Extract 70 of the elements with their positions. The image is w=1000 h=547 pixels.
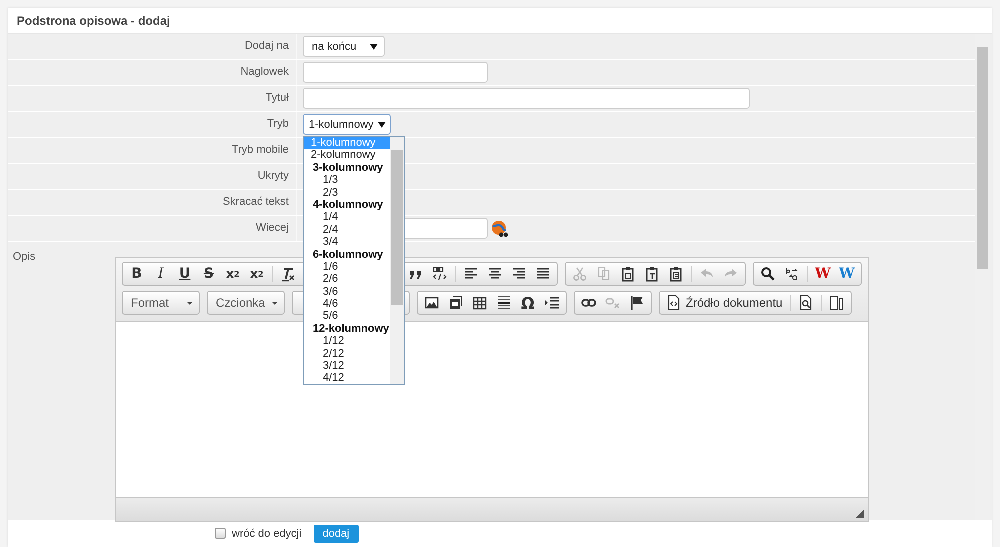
align-right-icon[interactable] xyxy=(511,266,527,282)
align-center-icon[interactable] xyxy=(487,266,503,282)
select-field[interactable]: na końcu xyxy=(303,36,385,57)
align-left-icon[interactable] xyxy=(463,266,479,282)
text-input[interactable] xyxy=(303,88,750,109)
clear-formatting-icon[interactable] xyxy=(280,266,296,282)
div-container-icon[interactable] xyxy=(432,266,448,282)
dropdown-option[interactable]: 3/6 xyxy=(304,286,390,298)
dropdown-option[interactable]: 2/6 xyxy=(304,273,390,286)
page-break-icon[interactable] xyxy=(544,295,560,311)
dropdown-option[interactable]: 1/12 xyxy=(304,335,390,348)
dropdown-option[interactable]: 2-kolumnowy xyxy=(304,149,390,162)
dropdown-option[interactable]: 4/12 xyxy=(304,372,390,384)
dropdown-option[interactable]: 2/12 xyxy=(304,348,390,360)
field-label: Tryb mobile xyxy=(8,138,297,163)
field-label: Skracać tekst xyxy=(8,190,297,215)
templates-icon[interactable] xyxy=(828,295,845,311)
dropdown-option[interactable]: 2/3 xyxy=(304,186,390,199)
checkbox[interactable] xyxy=(215,528,226,539)
field-label: Tytuł xyxy=(8,86,297,111)
dropdown-button[interactable]: Format xyxy=(122,291,200,315)
clipboard-text-icon[interactable] xyxy=(644,266,660,282)
select-field[interactable]: 1-kolumnowy xyxy=(303,114,391,135)
clipboard-document-icon[interactable] xyxy=(668,266,684,282)
dropdown-option[interactable]: 1/6 xyxy=(304,260,390,274)
image-icon[interactable] xyxy=(424,295,440,311)
option-group-label: 4-kolumnowy xyxy=(312,198,384,212)
flag-icon[interactable] xyxy=(629,295,645,311)
dropdown-option[interactable]: 1/3 xyxy=(304,174,390,187)
checkbox-label: wróć do edycji xyxy=(232,528,302,540)
italic-button[interactable]: I xyxy=(149,264,173,284)
globe-icon[interactable] xyxy=(491,220,509,238)
field-label: Opis xyxy=(12,251,37,265)
text-input[interactable] xyxy=(303,62,488,83)
letter-button[interactable]: W xyxy=(811,264,835,284)
dropdown-option[interactable]: 3/12 xyxy=(304,360,390,372)
dropdown-option[interactable]: 1/4 xyxy=(304,211,390,224)
bold-button[interactable]: B xyxy=(125,264,149,284)
field-label: Ukryty xyxy=(8,164,297,189)
field-label: Naglowek xyxy=(8,60,297,85)
dropdown-option[interactable]: 3/4 xyxy=(304,236,390,249)
clipboard-icon[interactable] xyxy=(620,266,636,282)
dropdown-button[interactable]: Czcionka xyxy=(207,291,285,315)
justify-icon[interactable] xyxy=(535,266,551,282)
field-label: Dodaj na xyxy=(8,34,297,59)
caret-icon xyxy=(370,44,378,50)
dropdown-option[interactable]: 2/4 xyxy=(304,224,390,236)
preview-icon[interactable] xyxy=(798,295,814,311)
superscript-button[interactable]: x$^{2}$ xyxy=(245,264,269,284)
search-icon[interactable] xyxy=(760,266,776,282)
document-code-icon xyxy=(666,295,682,311)
film-icon[interactable] xyxy=(448,295,464,311)
horizontal-line-icon[interactable] xyxy=(496,295,512,311)
page-title: Podstrona opisowa - dodaj xyxy=(8,8,992,34)
table-icon[interactable] xyxy=(472,295,488,311)
option-group-label: 3-kolumnowy xyxy=(312,162,384,174)
resize-handle-icon[interactable] xyxy=(856,510,864,518)
dropdown-option[interactable]: 5/6 xyxy=(304,310,390,323)
field-label: Wiecej xyxy=(8,216,297,241)
option-group-label: 6-kolumnowy xyxy=(312,248,384,261)
dropdown-option[interactable]: 4/6 xyxy=(304,298,390,310)
strikethrough-button[interactable]: S xyxy=(197,264,221,284)
field-label: Tryb xyxy=(8,112,297,137)
underline-button[interactable]: U xyxy=(173,264,197,284)
letter-button[interactable]: W xyxy=(835,264,859,284)
special-character-button[interactable]: Ω xyxy=(516,293,540,313)
replace-icon[interactable] xyxy=(784,266,800,282)
scrollbar[interactable] xyxy=(390,137,404,384)
caret-icon xyxy=(378,122,386,128)
option-group-label: 12-kolumnowy xyxy=(312,322,390,336)
